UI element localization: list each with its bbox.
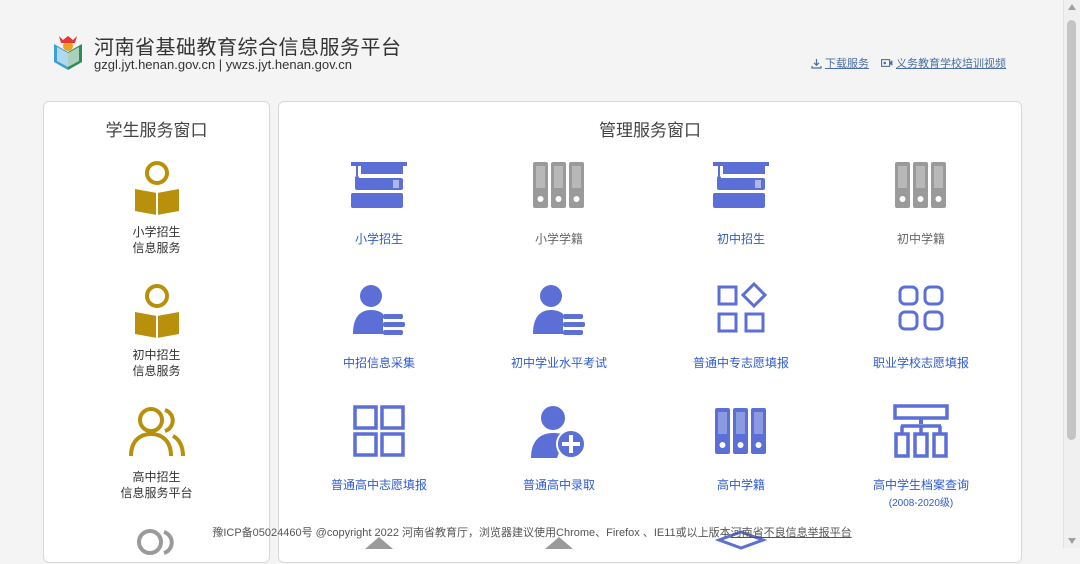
user-list-icon (533, 285, 585, 335)
senior-high-admission[interactable]: 普通高中录取 (469, 404, 649, 493)
vertical-scrollbar[interactable] (1063, 0, 1080, 548)
reader-icon (134, 161, 179, 215)
vocational-school-application[interactable]: 职业学校志愿填报 (831, 282, 1011, 371)
download-link[interactable]: 下载服务 (811, 55, 869, 71)
senior-student-records-label: 高中学籍 (716, 478, 765, 492)
junior-admission-line1: 初中招生 (132, 348, 181, 362)
platform-logo (54, 36, 82, 70)
header: 河南省基础教育综合信息服务平台 gzgl.jyt.henan.gov.cn | … (0, 0, 1064, 100)
apps-diamond-icon (717, 281, 768, 333)
vocational-school-application-label: 职业学校志愿填报 (872, 356, 969, 370)
primary-student-records-label: 小学学籍 (534, 232, 583, 246)
senior-student-records[interactable]: 高中学籍 (651, 404, 831, 493)
senior-high-application-label: 普通高中志愿填报 (330, 478, 427, 492)
junior-student-records-label: 初中学籍 (896, 232, 945, 246)
senior-student-archive-query-label: 高中学生档案查询 (872, 478, 969, 492)
junior-academic-proficiency-exam-label: 初中学业水平考试 (510, 356, 607, 370)
senior-admission-line1: 高中招生 (132, 470, 181, 484)
senior-admission-platform[interactable]: 高中招生 信息服务平台 (44, 402, 269, 501)
student-service-panel: 学生服务窗口 小学招生 信息服务 初中招生 信息服务 高中招生 信息服务平台 (43, 101, 270, 563)
management-service-panel: 管理服务窗口 小学招生 小学学籍 初中招生 初中学籍 中招信息采集 初中学业水平… (278, 101, 1022, 563)
footer-copyright: 豫ICP备05024460号 @copyright 2022 河南省教育厅，浏览… (212, 527, 731, 539)
junior-student-records[interactable]: 初中学籍 (831, 158, 1011, 247)
secondary-vocational-application-label: 普通中专志愿填报 (692, 356, 789, 370)
senior-admission-line2: 信息服务平台 (120, 486, 193, 500)
senior-high-admission-label: 普通高中录取 (522, 478, 595, 492)
junior-admission-mgmt-label: 初中招生 (716, 232, 765, 246)
scroll-thumb[interactable] (1067, 20, 1076, 440)
secondary-vocational-application[interactable]: 普通中专志愿填报 (651, 281, 831, 371)
training-video-link[interactable]: 义务教育学校培训视频 (881, 55, 1006, 71)
senior-high-application[interactable]: 普通高中志愿填报 (289, 404, 469, 493)
footer: 豫ICP备05024460号 @copyright 2022 河南省教育厅，浏览… (0, 524, 1064, 540)
download-link-label: 下载服务 (825, 58, 869, 70)
site-title: 河南省基础教育综合信息服务平台 (94, 37, 402, 59)
primary-admission-line1: 小学招生 (132, 225, 181, 239)
user-add-icon (531, 406, 586, 459)
high-school-entrance-info-collection-label: 中招信息采集 (342, 356, 415, 370)
site-domains: gzgl.jyt.henan.gov.cn | ywzs.jyt.henan.g… (94, 57, 352, 72)
senior-student-archive-years: (2008-2020级) (888, 498, 954, 509)
books-graduation-icon (351, 162, 407, 208)
download-icon (811, 58, 822, 69)
user-list-icon (353, 285, 405, 335)
org-chart-icon (893, 404, 949, 458)
primary-admission-line2: 信息服务 (132, 241, 181, 255)
senior-student-archive-query[interactable]: 高中学生档案查询 (2008-2020级) (831, 404, 1011, 509)
users-icon (128, 407, 185, 457)
binders-icon (715, 408, 766, 454)
junior-admission-mgmt[interactable]: 初中招生 (651, 158, 831, 247)
scroll-down-icon[interactable] (1068, 538, 1076, 544)
scroll-up-icon[interactable] (1068, 4, 1076, 10)
books-graduation-icon (713, 162, 769, 208)
reader-icon (134, 284, 179, 338)
report-platform-link[interactable]: 河南省不良信息举报平台 (731, 527, 852, 539)
video-icon (881, 59, 893, 67)
grid-squares-icon (353, 405, 405, 457)
management-panel-title: 管理服务窗口 (599, 121, 701, 140)
junior-admission-info[interactable]: 初中招生 信息服务 (44, 280, 269, 379)
high-school-entrance-info-collection[interactable]: 中招信息采集 (289, 282, 469, 371)
binders-icon (533, 162, 584, 208)
junior-admission-line2: 信息服务 (132, 364, 181, 378)
grid-rounded-icon (898, 285, 944, 331)
primary-student-records[interactable]: 小学学籍 (469, 158, 649, 247)
header-links: 下载服务 义务教育学校培训视频 (811, 55, 1006, 71)
student-panel-title: 学生服务窗口 (105, 121, 208, 140)
binders-icon (895, 162, 946, 208)
junior-academic-proficiency-exam[interactable]: 初中学业水平考试 (469, 282, 649, 371)
training-video-link-label: 义务教育学校培训视频 (896, 58, 1006, 70)
primary-admission-mgmt-label: 小学招生 (354, 232, 403, 246)
primary-admission-mgmt[interactable]: 小学招生 (289, 158, 469, 247)
primary-admission-info[interactable]: 小学招生 信息服务 (44, 157, 269, 256)
